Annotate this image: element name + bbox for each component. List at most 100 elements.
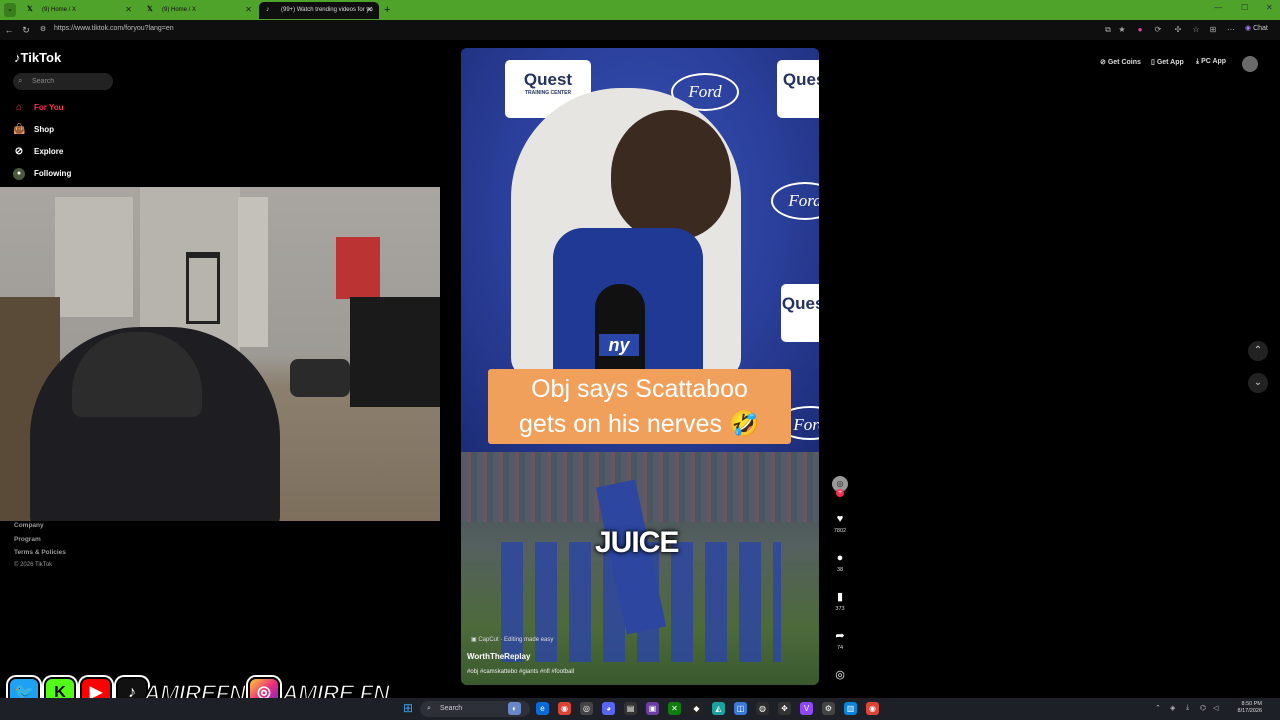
follow-plus-icon[interactable]: + xyxy=(836,489,844,497)
shop-bag-icon: 👜 xyxy=(13,124,26,135)
chat-button[interactable]: ◉ Chat xyxy=(1245,24,1268,32)
door xyxy=(238,197,268,347)
download-icon: ⤓ xyxy=(1196,58,1200,65)
copilot-icon: ◉ xyxy=(1245,25,1252,32)
widget-icon[interactable]: ◐ xyxy=(508,702,521,715)
x-logo-icon: 𝕏 xyxy=(27,6,33,13)
get-coins-button[interactable]: ⊘ Get Coins xyxy=(1100,58,1141,66)
footer-terms[interactable]: Terms & Policies xyxy=(14,549,66,556)
install-app-icon[interactable]: ⧉ xyxy=(1103,24,1113,36)
extensions-puzzle-icon[interactable]: ✣ xyxy=(1173,24,1183,36)
compass-icon: ⊘ xyxy=(14,146,24,157)
user-avatar[interactable] xyxy=(1242,56,1258,72)
save-button[interactable]: ▮ 373 xyxy=(830,590,850,612)
browser-tab-tiktok[interactable]: ♪ (99+) Watch trending videos for yo ✕ xyxy=(259,2,379,19)
quest-sign-lower: Quest xyxy=(781,284,819,342)
close-tab-icon[interactable]: ✕ xyxy=(125,2,132,18)
nav-following[interactable]: ● Following xyxy=(13,166,71,182)
previous-video-chevron-up-icon[interactable]: ⌃ xyxy=(1248,341,1268,361)
music-disc-button[interactable]: ◎ xyxy=(830,668,850,682)
tray-volume-icon[interactable]: ◁ xyxy=(1213,704,1218,712)
app-icon-3[interactable]: ▣ xyxy=(646,702,659,715)
footer-copyright: © 2026 TikTok xyxy=(14,562,53,568)
capcut-tag[interactable]: ▣ CapCut · Editing made easy xyxy=(471,636,553,643)
microphone xyxy=(595,284,645,374)
taskbar-clock[interactable]: 8:50 PM 8/17/2026 xyxy=(1228,701,1262,715)
maximize-icon[interactable]: ☐ xyxy=(1241,3,1248,12)
app-icon-5[interactable]: ◭ xyxy=(712,702,725,715)
search-input[interactable] xyxy=(30,75,110,88)
app-icon-6[interactable]: ◫ xyxy=(734,702,747,715)
comment-button[interactable]: ● 38 xyxy=(830,551,850,573)
doorway xyxy=(55,197,133,317)
heart-icon: ♥ xyxy=(836,513,844,525)
search-box[interactable]: ⌕ xyxy=(13,73,113,90)
video-caption-banner: Obj says Scattaboo gets on his nerves 🤣 xyxy=(488,369,791,444)
chrome-icon-2[interactable]: ◉ xyxy=(866,702,879,715)
xbox-icon[interactable]: ✕ xyxy=(668,702,681,715)
reload-icon[interactable]: ↻ xyxy=(20,23,32,37)
footer-company[interactable]: Company xyxy=(14,522,44,529)
video-hashtags[interactable]: #obj #camskattebo #giants #nfl #football xyxy=(467,669,574,675)
tray-download-icon[interactable]: ⤓ xyxy=(1186,704,1189,712)
minimize-icon[interactable]: — xyxy=(1214,3,1222,12)
ford-logo-right: Ford xyxy=(771,182,819,220)
app-icon-9[interactable]: ▥ xyxy=(844,702,857,715)
quest-sign-right: Quest xyxy=(777,60,819,118)
tiktok-logo[interactable]: ♪TikTok xyxy=(14,50,61,65)
chrome-icon[interactable]: ◉ xyxy=(558,702,571,715)
nav-for-you[interactable]: ⌂ For You xyxy=(13,100,64,116)
nav-explore[interactable]: ⊘ Explore xyxy=(13,144,64,160)
browser-tab-x-home-2[interactable]: 𝕏 (9) Home / X ✕ xyxy=(140,2,258,19)
phone-icon: ▯ xyxy=(1151,59,1155,66)
music-disc-icon: ◎ xyxy=(835,669,845,681)
browser-address-bar: ← ↻ ⚙ https://www.tiktok.com/foryou?lang… xyxy=(0,20,1280,40)
site-info-icon[interactable]: ⚙ xyxy=(37,23,49,37)
share-button[interactable]: ➦ 74 xyxy=(830,629,850,651)
tray-app-icon-1[interactable]: ◈ xyxy=(1170,704,1175,712)
browser-tab-x-home-1[interactable]: 𝕏 (9) Home / X ✕ xyxy=(20,2,138,19)
search-icon: ⌕ xyxy=(18,76,23,85)
edge-icon[interactable]: e xyxy=(536,702,549,715)
collections-icon[interactable]: ⊞ xyxy=(1208,24,1218,36)
vivaldi-icon[interactable]: V xyxy=(800,702,813,715)
giants-mic-flag: ny xyxy=(599,334,639,356)
streamer-webcam xyxy=(0,187,440,521)
tray-chevron-up-icon[interactable]: ⌃ xyxy=(1155,704,1161,712)
close-tab-icon[interactable]: ✕ xyxy=(366,2,373,18)
footer-program[interactable]: Program xyxy=(14,536,41,543)
extension-icon[interactable]: ● xyxy=(1135,24,1145,36)
settings-gear-icon[interactable]: ⚙ xyxy=(822,702,835,715)
bookmark-star-icon[interactable]: ★ xyxy=(1117,24,1127,36)
app-icon-2[interactable]: ▤ xyxy=(624,702,637,715)
windows-start-icon[interactable]: ⊞ xyxy=(403,702,414,714)
close-window-icon[interactable]: ✕ xyxy=(1266,3,1273,12)
favorites-icon[interactable]: ☆ xyxy=(1191,24,1201,36)
nav-shop[interactable]: 👜 Shop xyxy=(13,122,54,138)
close-tab-icon[interactable]: ✕ xyxy=(245,2,252,18)
capcut-icon: ▣ xyxy=(471,637,477,643)
app-icon-7[interactable]: ◍ xyxy=(756,702,769,715)
creator-name[interactable]: WorthTheReplay xyxy=(467,652,530,661)
app-icon-4[interactable]: ◆ xyxy=(690,702,703,715)
x-logo-icon: 𝕏 xyxy=(147,6,153,13)
like-button[interactable]: ♥ 7802 xyxy=(830,512,850,534)
more-menu-icon[interactable]: ⋯ xyxy=(1226,24,1236,36)
url-text[interactable]: https://www.tiktok.com/foryou?lang=en xyxy=(54,25,174,32)
discord-icon[interactable]: ◕ xyxy=(602,702,615,715)
share-arrow-icon: ➦ xyxy=(835,630,845,642)
back-arrow-icon[interactable]: ← xyxy=(3,23,15,37)
dresser xyxy=(350,297,440,407)
app-icon-8[interactable]: ✥ xyxy=(778,702,791,715)
tray-network-icon[interactable]: ⌬ xyxy=(1200,704,1206,712)
chair xyxy=(186,252,220,324)
tab-menu-chevron-icon[interactable]: ⌄ xyxy=(4,3,16,17)
video-player[interactable]: Quest TRAINING CENTER Quest Quest Ford F… xyxy=(461,48,819,685)
get-app-button[interactable]: ▯ Get App xyxy=(1151,58,1184,66)
app-icon-1[interactable]: ◎ xyxy=(580,702,593,715)
pc-app-button[interactable]: ⤓ PC App xyxy=(1196,58,1226,66)
refresh-extension-icon[interactable]: ⟳ xyxy=(1153,24,1163,36)
next-video-chevron-down-icon[interactable]: ⌄ xyxy=(1248,373,1268,393)
player-face xyxy=(611,110,731,240)
new-tab-plus-icon[interactable]: + xyxy=(384,3,394,17)
